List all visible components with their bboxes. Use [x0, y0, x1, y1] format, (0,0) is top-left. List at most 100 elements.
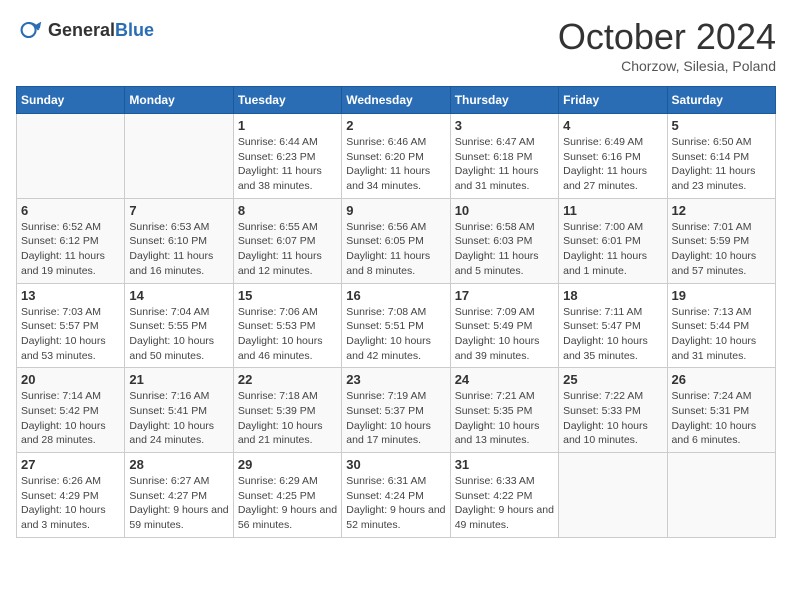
daylight-text: Daylight: 10 hours and 24 minutes. [129, 419, 228, 448]
sunset-text: Sunset: 4:29 PM [21, 489, 120, 504]
logo: GeneralBlue [16, 16, 154, 44]
calendar-cell: 31Sunrise: 6:33 AMSunset: 4:22 PMDayligh… [450, 453, 558, 538]
calendar-cell: 23Sunrise: 7:19 AMSunset: 5:37 PMDayligh… [342, 368, 450, 453]
sunrise-text: Sunrise: 7:03 AM [21, 305, 120, 320]
weekday-header: Friday [559, 87, 667, 114]
sunset-text: Sunset: 6:07 PM [238, 234, 337, 249]
calendar-cell [559, 453, 667, 538]
cell-content: Sunrise: 7:14 AMSunset: 5:42 PMDaylight:… [21, 389, 120, 448]
calendar-week-row: 13Sunrise: 7:03 AMSunset: 5:57 PMDayligh… [17, 283, 776, 368]
calendar-cell: 8Sunrise: 6:55 AMSunset: 6:07 PMDaylight… [233, 198, 341, 283]
daylight-text: Daylight: 11 hours and 12 minutes. [238, 249, 337, 278]
cell-content: Sunrise: 6:26 AMSunset: 4:29 PMDaylight:… [21, 474, 120, 533]
cell-content: Sunrise: 6:55 AMSunset: 6:07 PMDaylight:… [238, 220, 337, 279]
weekday-header: Saturday [667, 87, 775, 114]
calendar-cell: 12Sunrise: 7:01 AMSunset: 5:59 PMDayligh… [667, 198, 775, 283]
sunset-text: Sunset: 4:27 PM [129, 489, 228, 504]
sunset-text: Sunset: 5:41 PM [129, 404, 228, 419]
day-number: 4 [563, 118, 662, 133]
cell-content: Sunrise: 7:11 AMSunset: 5:47 PMDaylight:… [563, 305, 662, 364]
daylight-text: Daylight: 9 hours and 56 minutes. [238, 503, 337, 532]
sunset-text: Sunset: 6:18 PM [455, 150, 554, 165]
calendar-cell: 6 Sunrise: 6:52 AMSunset: 6:12 PMDaylight… [17, 198, 125, 283]
sunset-text: Sunset: 5:53 PM [238, 319, 337, 334]
sunrise-text: Sunrise: 7:19 AM [346, 389, 445, 404]
cell-content: Sunrise: 7:13 AMSunset: 5:44 PMDaylight:… [672, 305, 771, 364]
sunset-text: Sunset: 5:31 PM [672, 404, 771, 419]
calendar-cell: 10Sunrise: 6:58 AMSunset: 6:03 PMDayligh… [450, 198, 558, 283]
sunrise-text: Sunrise: 7:09 AM [455, 305, 554, 320]
sunrise-text: Sunrise: 6:31 AM [346, 474, 445, 489]
calendar-cell: 22 Sunrise: 7:18 AMSunset: 5:39 PMDayligh… [233, 368, 341, 453]
day-number: 1 [238, 118, 337, 133]
weekday-header-row: SundayMondayTuesdayWednesdayThursdayFrid… [17, 87, 776, 114]
sunset-text: Sunset: 6:10 PM [129, 234, 228, 249]
day-number: 15 [238, 288, 337, 303]
sunset-text: Sunset: 6:12 PM [21, 234, 120, 249]
sunrise-text: Sunrise: 7:06 AM [238, 305, 337, 320]
daylight-text: Daylight: 11 hours and 34 minutes. [346, 164, 445, 193]
calendar-cell: 29Sunrise: 6:29 AMSunset: 4:25 PMDayligh… [233, 453, 341, 538]
calendar-cell: 30Sunrise: 6:31 AMSunset: 4:24 PMDayligh… [342, 453, 450, 538]
sunset-text: Sunset: 5:51 PM [346, 319, 445, 334]
calendar-week-row: 27 Sunrise: 6:26 AMSunset: 4:29 PMDayligh… [17, 453, 776, 538]
daylight-text: Daylight: 10 hours and 6 minutes. [672, 419, 771, 448]
calendar-cell: 16Sunrise: 7:08 AMSunset: 5:51 PMDayligh… [342, 283, 450, 368]
day-number: 19 [672, 288, 771, 303]
sunset-text: Sunset: 5:39 PM [238, 404, 337, 419]
daylight-text: Daylight: 11 hours and 27 minutes. [563, 164, 662, 193]
calendar-table: SundayMondayTuesdayWednesdayThursdayFrid… [16, 86, 776, 538]
sunrise-text: Sunrise: 7:08 AM [346, 305, 445, 320]
sunset-text: Sunset: 6:01 PM [563, 234, 662, 249]
sunset-text: Sunset: 6:05 PM [346, 234, 445, 249]
daylight-text: Daylight: 11 hours and 8 minutes. [346, 249, 445, 278]
day-number: 23 [346, 372, 445, 387]
calendar-cell: 25 Sunrise: 7:22 AMSunset: 5:33 PMDayligh… [559, 368, 667, 453]
cell-content: Sunrise: 7:06 AMSunset: 5:53 PMDaylight:… [238, 305, 337, 364]
sunset-text: Sunset: 6:20 PM [346, 150, 445, 165]
cell-content: Sunrise: 6:52 AMSunset: 6:12 PMDaylight:… [21, 220, 120, 279]
day-number: 31 [455, 457, 554, 472]
title-section: October 2024 Chorzow, Silesia, Poland [558, 16, 776, 74]
cell-content: Sunrise: 7:18 AMSunset: 5:39 PMDaylight:… [238, 389, 337, 448]
calendar-cell: 1 Sunrise: 6:44 AMSunset: 6:23 PMDaylight… [233, 114, 341, 199]
day-number: 6 [21, 203, 120, 218]
sunset-text: Sunset: 4:25 PM [238, 489, 337, 504]
page-header: GeneralBlue October 2024 Chorzow, Silesi… [16, 16, 776, 74]
day-number: 25 [563, 372, 662, 387]
sunrise-text: Sunrise: 7:00 AM [563, 220, 662, 235]
day-number: 24 [455, 372, 554, 387]
calendar-cell: 7Sunrise: 6:53 AMSunset: 6:10 PMDaylight… [125, 198, 233, 283]
day-number: 14 [129, 288, 228, 303]
daylight-text: Daylight: 10 hours and 17 minutes. [346, 419, 445, 448]
sunrise-text: Sunrise: 6:47 AM [455, 135, 554, 150]
cell-content: Sunrise: 6:29 AMSunset: 4:25 PMDaylight:… [238, 474, 337, 533]
sunrise-text: Sunrise: 7:14 AM [21, 389, 120, 404]
sunrise-text: Sunrise: 7:18 AM [238, 389, 337, 404]
day-number: 22 [238, 372, 337, 387]
calendar-cell: 21 Sunrise: 7:16 AMSunset: 5:41 PMDayligh… [125, 368, 233, 453]
sunrise-text: Sunrise: 7:16 AM [129, 389, 228, 404]
cell-content: Sunrise: 7:16 AMSunset: 5:41 PMDaylight:… [129, 389, 228, 448]
cell-content: Sunrise: 6:49 AMSunset: 6:16 PMDaylight:… [563, 135, 662, 194]
month-title: October 2024 [558, 16, 776, 58]
day-number: 27 [21, 457, 120, 472]
calendar-cell: 5Sunrise: 6:50 AMSunset: 6:14 PMDaylight… [667, 114, 775, 199]
cell-content: Sunrise: 6:44 AMSunset: 6:23 PMDaylight:… [238, 135, 337, 194]
daylight-text: Daylight: 10 hours and 50 minutes. [129, 334, 228, 363]
day-number: 30 [346, 457, 445, 472]
day-number: 21 [129, 372, 228, 387]
calendar-cell [125, 114, 233, 199]
calendar-cell: 24 Sunrise: 7:21 AMSunset: 5:35 PMDayligh… [450, 368, 558, 453]
day-number: 3 [455, 118, 554, 133]
weekday-header: Monday [125, 87, 233, 114]
cell-content: Sunrise: 7:22 AMSunset: 5:33 PMDaylight:… [563, 389, 662, 448]
sunset-text: Sunset: 5:42 PM [21, 404, 120, 419]
sunset-text: Sunset: 5:57 PM [21, 319, 120, 334]
sunrise-text: Sunrise: 6:56 AM [346, 220, 445, 235]
cell-content: Sunrise: 7:04 AMSunset: 5:55 PMDaylight:… [129, 305, 228, 364]
sunrise-text: Sunrise: 6:33 AM [455, 474, 554, 489]
day-number: 16 [346, 288, 445, 303]
cell-content: Sunrise: 7:21 AMSunset: 5:35 PMDaylight:… [455, 389, 554, 448]
sunset-text: Sunset: 4:24 PM [346, 489, 445, 504]
